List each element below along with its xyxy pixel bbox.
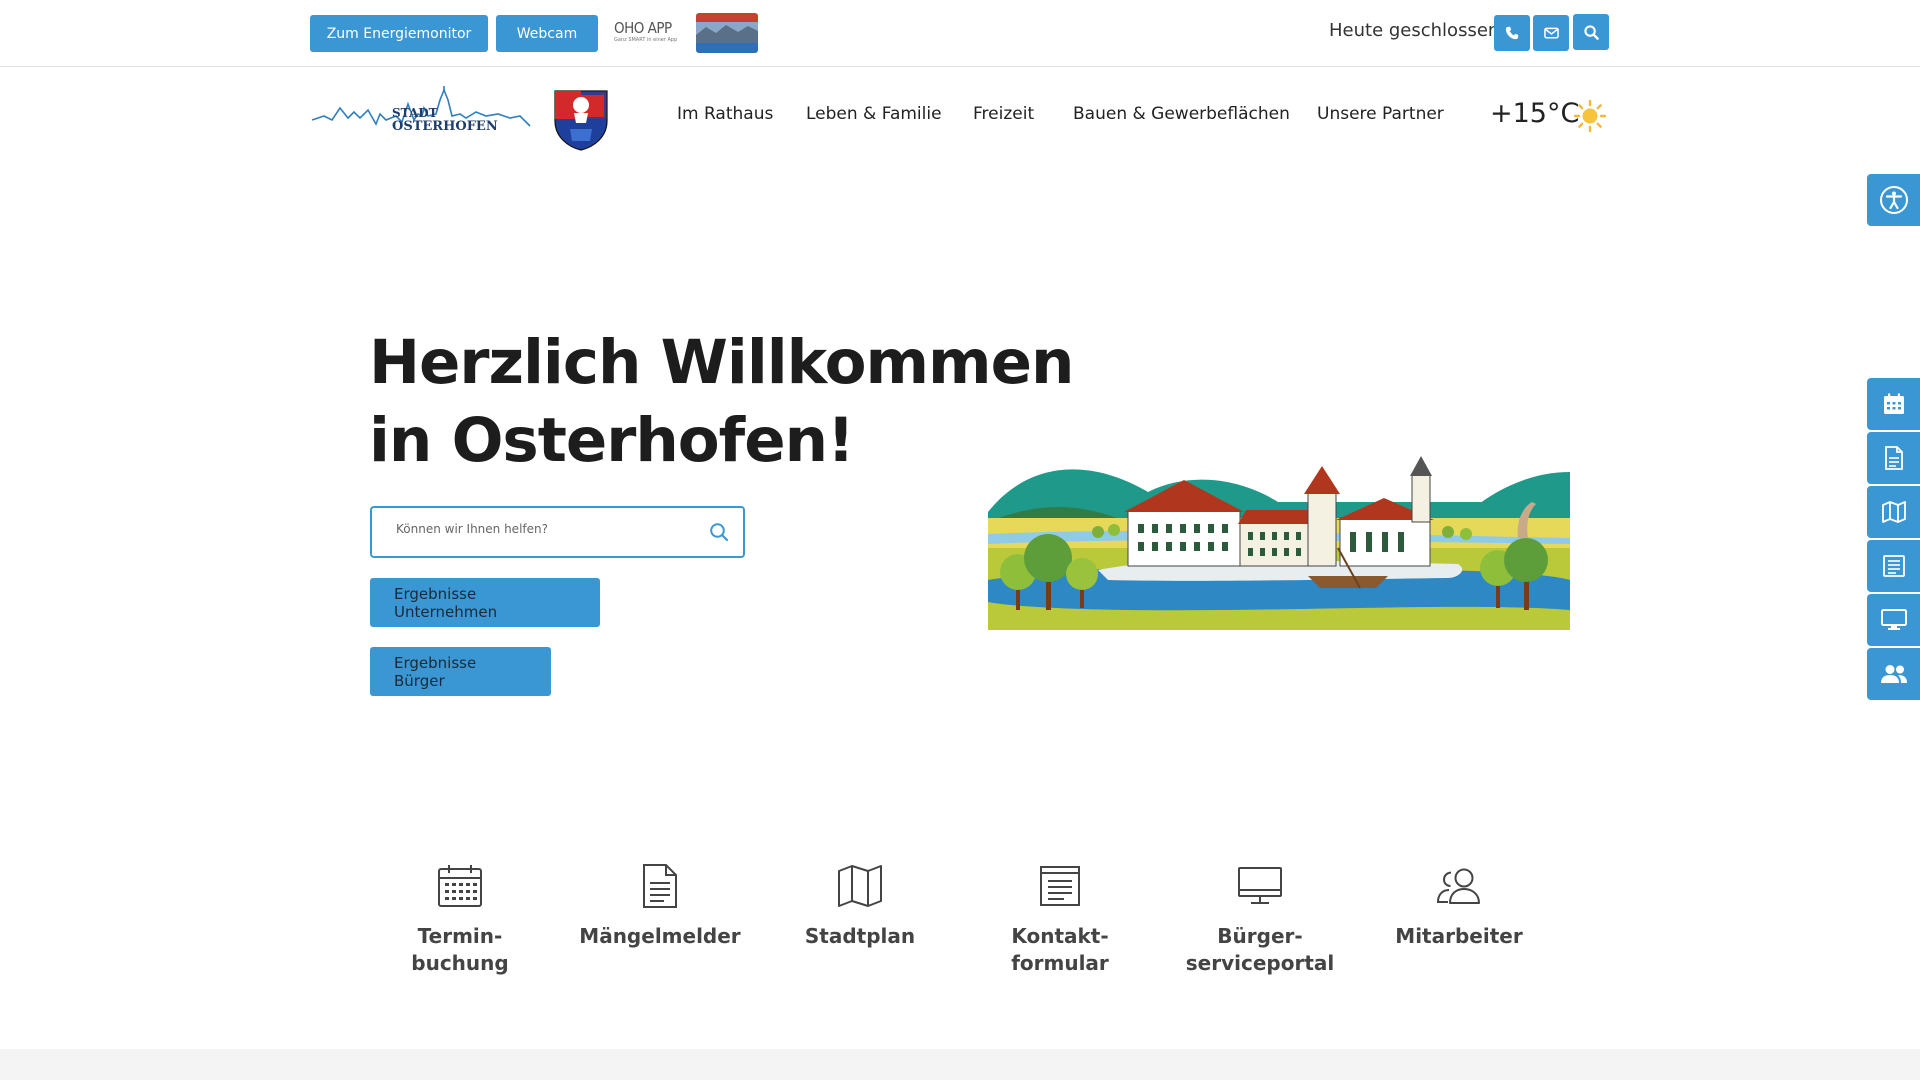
quick-link-mitarbeiter[interactable]: Mitarbeiter <box>1374 862 1544 950</box>
users-icon <box>1880 665 1907 683</box>
quick-link-label: Bürger- serviceportal <box>1175 923 1345 977</box>
monitor-icon <box>1238 867 1282 904</box>
quick-link-terminbuchung[interactable]: Termin- buchung <box>375 862 545 977</box>
footer-strip <box>0 1049 1920 1080</box>
hero-title-line2: in Osterhofen! <box>369 405 855 476</box>
nav-freizeit[interactable]: Freizeit <box>973 104 1034 124</box>
users-icon <box>1436 868 1480 904</box>
nav-leben-familie[interactable]: Leben & Familie <box>806 104 942 124</box>
webcam-button[interactable]: Webcam <box>496 15 598 52</box>
form-icon <box>1882 555 1905 577</box>
quick-link-label: Stadtplan <box>804 924 916 948</box>
calendar-icon <box>1883 393 1904 414</box>
quick-link-label-line1: Kontakt- <box>1011 924 1109 948</box>
quick-link-label: Kontakt- formular <box>975 923 1145 977</box>
weather-temperature: +15°C <box>1490 98 1580 129</box>
map-icon <box>838 865 882 907</box>
side-tab-monitor[interactable] <box>1867 594 1920 646</box>
calendar-icon <box>438 865 482 907</box>
city-logo[interactable]: STADT OSTERHOFEN <box>310 86 532 148</box>
oho-app-logo-subtitle: Ganz SMART in einer App <box>614 37 678 43</box>
city-logo-line2: OSTERHOFEN <box>392 119 498 134</box>
energy-monitor-button[interactable]: Zum Energiemonitor <box>310 15 488 52</box>
quick-link-label-line1: Termin- <box>417 924 503 948</box>
hero-title-line1: Herzlich Willkommen <box>369 327 1074 398</box>
nav-bauen-gewerbeflaechen[interactable]: Bauen & Gewerbeflächen <box>1073 104 1290 124</box>
nav-unsere-partner[interactable]: Unsere Partner <box>1317 104 1444 124</box>
quick-link-label-line1: Bürger- <box>1217 924 1303 948</box>
top-bar: Zum Energiemonitor Webcam OHO APP Ganz S… <box>0 0 1920 67</box>
document-icon <box>643 864 677 908</box>
phone-icon <box>1505 26 1519 40</box>
quick-link-stadtplan[interactable]: Stadtplan <box>775 862 945 950</box>
partner-banner-logo[interactable] <box>696 13 758 53</box>
side-tab-map[interactable] <box>1867 486 1920 538</box>
side-tab-users[interactable] <box>1867 648 1920 700</box>
town-illustration <box>988 452 1570 630</box>
search-icon <box>1583 24 1599 40</box>
quick-link-label: Mitarbeiter <box>1395 924 1523 948</box>
quick-link-label-line2: formular <box>1011 951 1109 975</box>
hero-search-input[interactable] <box>396 522 686 536</box>
search-button[interactable] <box>1573 14 1609 50</box>
quick-link-maengelmelder[interactable]: Mängelmelder <box>575 862 745 950</box>
mail-button[interactable] <box>1533 15 1569 51</box>
phone-button[interactable] <box>1494 15 1530 51</box>
hero-title: Herzlich Willkommen in Osterhofen! <box>369 324 1074 480</box>
quick-link-buergerserviceportal[interactable]: Bürger- serviceportal <box>1175 862 1345 977</box>
coat-of-arms-logo <box>552 89 610 151</box>
quick-link-label: Mängelmelder <box>579 924 741 948</box>
quick-link-label-line2: serviceportal <box>1185 951 1335 975</box>
search-icon[interactable] <box>709 522 729 542</box>
opening-status: Heute geschlossen <box>1329 20 1500 41</box>
hero-search-box <box>370 506 745 558</box>
accessibility-icon <box>1879 186 1908 214</box>
results-companies-button[interactable]: Ergebnisse Unternehmen <box>370 578 600 627</box>
document-icon <box>1884 446 1903 470</box>
oho-app-logo-text: OHO APP <box>614 19 672 37</box>
accessibility-tab[interactable] <box>1867 174 1920 226</box>
side-tab-form[interactable] <box>1867 540 1920 592</box>
quick-link-label: Termin- buchung <box>375 923 545 977</box>
side-tab-document[interactable] <box>1867 432 1920 484</box>
side-tab-calendar[interactable] <box>1867 378 1920 430</box>
map-icon <box>1881 501 1906 523</box>
quick-link-kontaktformular[interactable]: Kontakt- formular <box>975 862 1145 977</box>
results-citizens-button[interactable]: Ergebnisse Bürger <box>370 647 551 696</box>
city-logo-line1: STADT <box>392 106 438 120</box>
monitor-icon <box>1880 609 1907 630</box>
oho-app-logo[interactable]: OHO APP Ganz SMART in einer App <box>614 19 678 49</box>
form-icon <box>1040 866 1080 906</box>
sun-icon <box>1573 99 1607 133</box>
quick-link-label-line2: buchung <box>411 951 509 975</box>
nav-im-rathaus[interactable]: Im Rathaus <box>677 104 773 124</box>
mail-icon <box>1543 27 1559 39</box>
